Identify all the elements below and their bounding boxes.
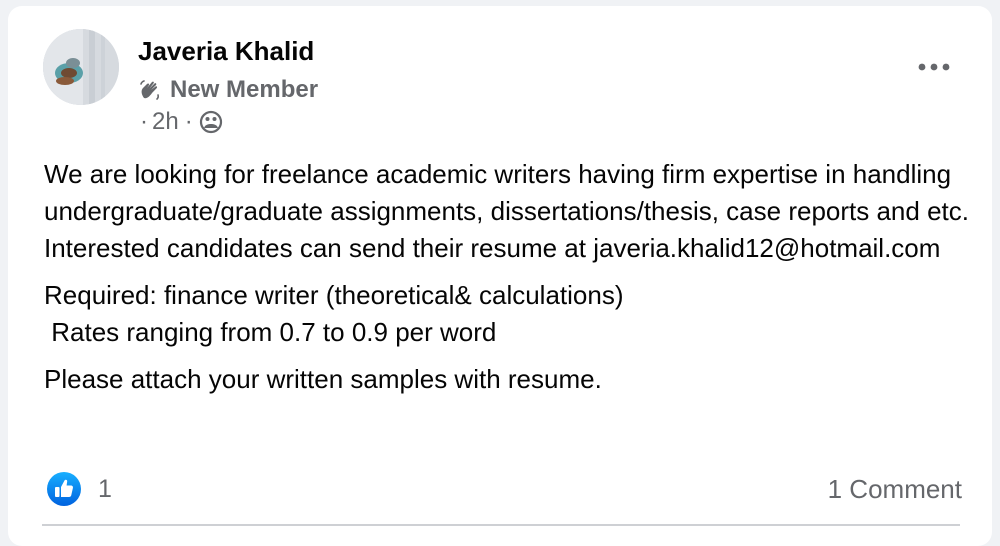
post-paragraph: Required: finance writer (theoretical& c… bbox=[44, 280, 624, 347]
author-name[interactable]: Javeria Khalid bbox=[138, 36, 314, 66]
post-paragraph: We are looking for freelance academic wr… bbox=[44, 159, 977, 263]
member-badge: New Member bbox=[138, 75, 318, 105]
waving-hand-icon bbox=[138, 78, 162, 102]
author-avatar[interactable] bbox=[43, 29, 119, 105]
meta-separator: · bbox=[184, 108, 193, 135]
post-meta: · 2h · bbox=[138, 107, 223, 137]
member-badge-label: New Member bbox=[170, 76, 319, 103]
meta-separator: · bbox=[140, 108, 148, 135]
post-time[interactable]: 2h bbox=[152, 108, 179, 136]
reactions-summary[interactable]: 1 bbox=[46, 469, 112, 509]
post-paragraph: Please attach your written samples with … bbox=[44, 364, 602, 394]
more-options-icon bbox=[918, 63, 950, 71]
post-card: Javeria Khalid New Member · 2h · We are … bbox=[8, 6, 992, 546]
actions-divider bbox=[42, 524, 960, 526]
post-body: We are looking for freelance academic wr… bbox=[44, 156, 984, 408]
more-options-button[interactable] bbox=[914, 52, 954, 82]
group-icon[interactable] bbox=[199, 110, 223, 134]
reaction-count: 1 bbox=[98, 474, 112, 503]
like-icon bbox=[46, 471, 82, 507]
comment-count-link[interactable]: 1 Comment bbox=[828, 469, 962, 509]
